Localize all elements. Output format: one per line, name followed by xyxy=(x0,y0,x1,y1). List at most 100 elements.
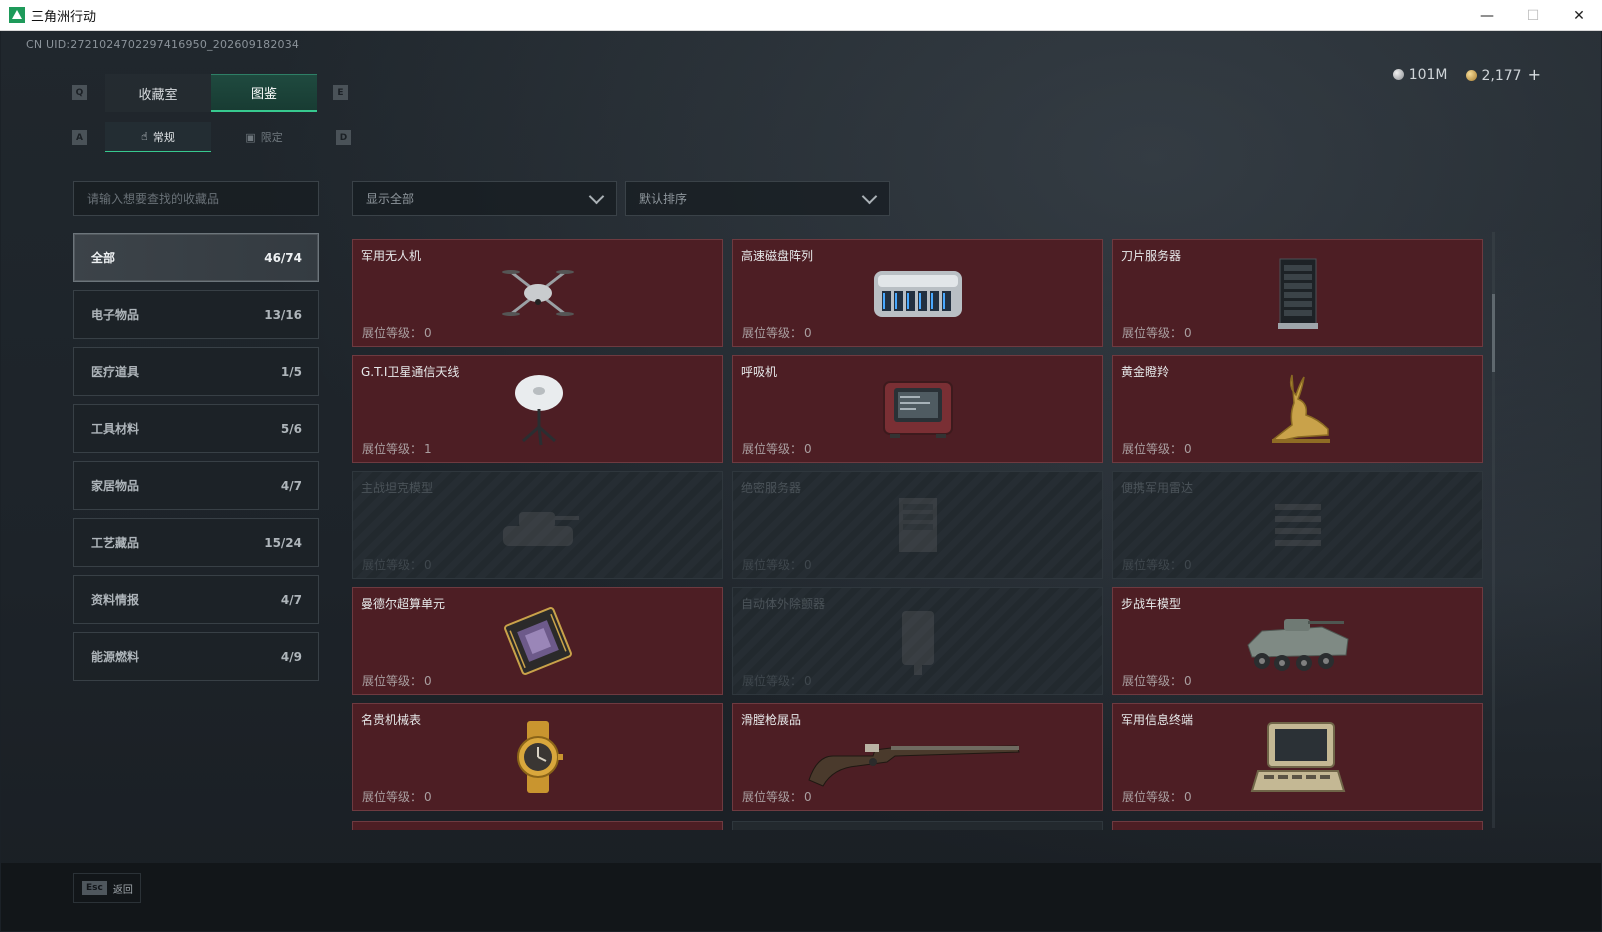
category-count: 1/5 xyxy=(280,364,302,379)
category-list: 全部 46/74 电子物品 13/16 医疗道具 1/5 工具材料 5/6 家居… xyxy=(73,233,319,689)
item-level: 展位等级： 0 xyxy=(1122,788,1192,805)
satellite-dish-icon xyxy=(478,367,598,451)
level-label: 展位等级： xyxy=(362,442,423,456)
item-name: 便携军用雷达 xyxy=(1121,481,1194,495)
tab-collection-room[interactable]: 收藏室 xyxy=(105,74,211,112)
item-card[interactable]: 高速磁盘阵列 展位等级： 0 xyxy=(732,239,1103,347)
item-name: 名贵机械表 xyxy=(361,713,422,727)
item-card[interactable]: 步战车模型 展位等级： 0 xyxy=(1112,587,1483,695)
item-card-locked[interactable]: 绝密服务器 展位等级： 0 xyxy=(732,471,1103,579)
esc-key-icon: Esc xyxy=(82,881,107,895)
sort-dropdown[interactable]: 默认排序 xyxy=(625,181,890,216)
ifv-icon xyxy=(1238,599,1358,683)
category-count: 13/16 xyxy=(264,307,302,322)
window-titlebar: 三角洲行动 — ☐ ✕ xyxy=(0,0,1602,31)
item-card[interactable]: 军用无人机 展位等级： 0 xyxy=(352,239,723,347)
category-count: 4/7 xyxy=(280,478,302,493)
level-value: 0 xyxy=(424,326,432,340)
level-value: 0 xyxy=(804,790,812,804)
item-card[interactable]: 名贵机械表 展位等级： 0 xyxy=(352,703,723,811)
category-medical[interactable]: 医疗道具 1/5 xyxy=(73,347,319,396)
item-grid-viewport: 军用无人机 展位等级： 0 高速磁盘阵列 展位等级： 0 刀片服务器 展位等级： 0 xyxy=(352,239,1486,829)
category-label: 工具材料 xyxy=(91,422,140,436)
server-icon xyxy=(1238,251,1358,335)
level-label: 展位等级： xyxy=(742,790,803,804)
level-label: 展位等级： xyxy=(1122,674,1183,688)
item-level: 展位等级： 0 xyxy=(1122,440,1192,457)
category-label: 电子物品 xyxy=(91,308,140,322)
category-household[interactable]: 家居物品 4/7 xyxy=(73,461,319,510)
add-currency-button[interactable]: + xyxy=(1528,65,1541,84)
item-card[interactable]: 刀片服务器 展位等级： 0 xyxy=(1112,239,1483,347)
category-all[interactable]: 全部 46/74 xyxy=(73,233,319,282)
close-button[interactable]: ✕ xyxy=(1556,0,1602,31)
grid-scrollbar[interactable] xyxy=(1492,232,1495,828)
category-intel[interactable]: 资料情报 4/7 xyxy=(73,575,319,624)
item-card[interactable]: G.T.I卫星通信天线 展位等级： 1 xyxy=(352,355,723,463)
item-card-locked[interactable]: 便携军用雷达 展位等级： 0 xyxy=(1112,471,1483,579)
silver-amount: 101M xyxy=(1408,66,1448,83)
item-level: 展位等级： 0 xyxy=(742,324,812,341)
level-value: 0 xyxy=(424,674,432,688)
category-count: 15/24 xyxy=(264,535,302,550)
tab-catalog[interactable]: 图鉴 xyxy=(211,74,317,112)
app-logo-icon xyxy=(9,7,25,23)
item-name: 刀片服务器 xyxy=(1121,249,1182,263)
category-count: 5/6 xyxy=(280,421,302,436)
item-level: 展位等级： 0 xyxy=(742,556,812,573)
item-grid: 军用无人机 展位等级： 0 高速磁盘阵列 展位等级： 0 刀片服务器 展位等级： 0 xyxy=(352,239,1486,811)
level-value: 0 xyxy=(424,558,432,572)
level-label: 展位等级： xyxy=(362,558,423,572)
tab-regular-label: 常规 xyxy=(152,130,175,144)
hand-icon: ☝ xyxy=(141,130,148,143)
item-name: 军用无人机 xyxy=(361,249,422,263)
silver-currency: 101M xyxy=(1392,66,1448,83)
sub-tabs: ☝ 常规 ▣ 限定 xyxy=(105,122,317,152)
category-label: 全部 xyxy=(91,251,116,265)
level-label: 展位等级： xyxy=(1122,790,1183,804)
category-label: 医疗道具 xyxy=(91,365,140,379)
level-value: 0 xyxy=(804,442,812,456)
back-button[interactable]: Esc 返回 xyxy=(73,873,141,903)
item-card[interactable]: 呼吸机 展位等级： 0 xyxy=(732,355,1103,463)
tank-icon xyxy=(478,483,598,567)
level-label: 展位等级： xyxy=(742,442,803,456)
level-value: 1 xyxy=(424,442,432,456)
category-tools[interactable]: 工具材料 5/6 xyxy=(73,404,319,453)
item-card[interactable]: 军用信息终端 展位等级： 0 xyxy=(1112,703,1483,811)
item-level: 展位等级： 0 xyxy=(362,324,432,341)
terminal-icon xyxy=(1238,715,1358,799)
item-name: 黄金瞪羚 xyxy=(1121,365,1170,379)
category-crafts[interactable]: 工艺藏品 15/24 xyxy=(73,518,319,567)
level-value: 0 xyxy=(1184,558,1192,572)
item-card[interactable]: 黄金瞪羚 展位等级： 0 xyxy=(1112,355,1483,463)
category-energy[interactable]: 能源燃料 4/9 xyxy=(73,632,319,681)
drone-icon xyxy=(478,251,598,335)
cpu-chip-icon xyxy=(478,599,598,683)
secret-server-icon xyxy=(858,483,978,567)
maximize-button[interactable]: ☐ xyxy=(1510,0,1556,31)
key-hint-d: D xyxy=(336,130,351,145)
category-label: 工艺藏品 xyxy=(91,536,140,550)
item-level: 展位等级： 0 xyxy=(1122,556,1192,573)
minimize-button[interactable]: — xyxy=(1464,0,1510,31)
category-electronics[interactable]: 电子物品 13/16 xyxy=(73,290,319,339)
scrollbar-thumb[interactable] xyxy=(1492,294,1495,372)
search-input[interactable] xyxy=(73,181,319,216)
musket-icon xyxy=(798,715,1038,799)
tab-limited[interactable]: ▣ 限定 xyxy=(211,122,317,152)
item-card-peek xyxy=(1112,821,1483,830)
item-name: 滑膛枪展品 xyxy=(741,713,802,727)
item-card[interactable]: 滑膛枪展品 展位等级： 0 xyxy=(732,703,1103,811)
category-count: 46/74 xyxy=(264,250,302,265)
tab-limited-label: 限定 xyxy=(260,131,283,144)
level-label: 展位等级： xyxy=(1122,442,1183,456)
item-card-locked[interactable]: 主战坦克模型 展位等级： 0 xyxy=(352,471,723,579)
item-card[interactable]: 曼德尔超算单元 展位等级： 0 xyxy=(352,587,723,695)
ventilator-icon xyxy=(858,367,978,451)
item-card-locked[interactable]: 自动体外除颤器 展位等级： 0 xyxy=(732,587,1103,695)
item-level: 展位等级： 0 xyxy=(1122,672,1192,689)
filter-dropdown[interactable]: 显示全部 xyxy=(352,181,617,216)
item-level: 展位等级： 0 xyxy=(362,556,432,573)
tab-regular[interactable]: ☝ 常规 xyxy=(105,122,211,152)
